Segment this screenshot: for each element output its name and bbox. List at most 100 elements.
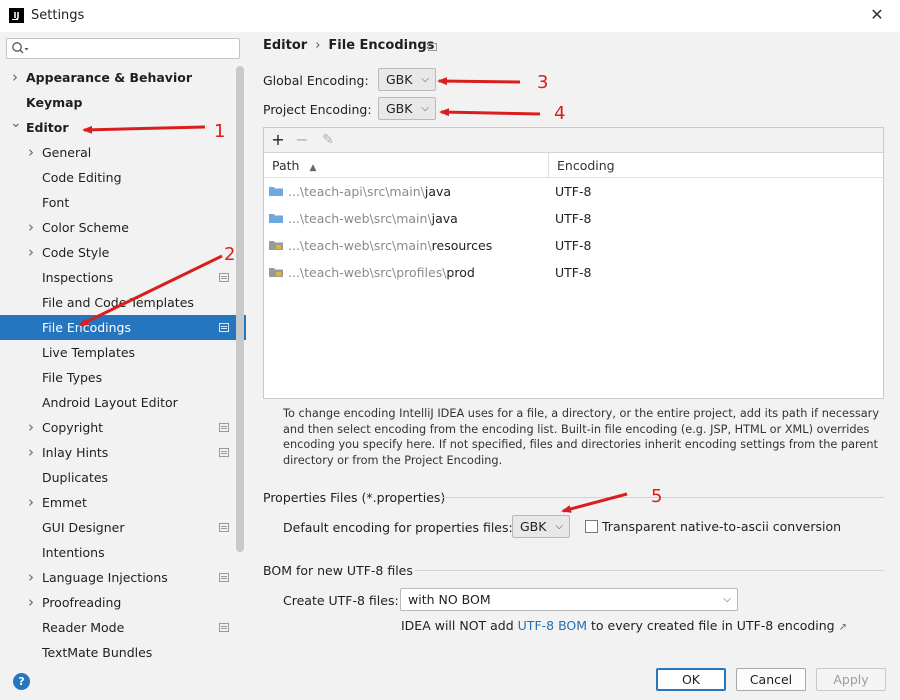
settings-sidebar: › Appearance & Behavior Keymap ⌄ Editor › Gene… xyxy=(0,32,246,660)
table-row[interactable]: ...\teach-web\src\main\java UTF-8 xyxy=(264,205,883,232)
column-header-encoding[interactable]: Encoding xyxy=(549,153,883,178)
project-encoding-label: Project Encoding: xyxy=(263,102,372,117)
sidebar-item[interactable]: GUI Designer xyxy=(0,515,236,540)
sidebar-item-label: General xyxy=(42,145,92,160)
project-scope-icon xyxy=(219,623,229,632)
resource-folder-icon xyxy=(269,241,283,250)
search-input[interactable] xyxy=(31,40,236,57)
global-encoding-value: GBK xyxy=(386,72,413,87)
search-box[interactable] xyxy=(6,38,240,59)
sidebar-item[interactable]: ⌄ Editor xyxy=(0,115,236,140)
sidebar-item[interactable]: › Appearance & Behavior xyxy=(0,65,236,90)
path-leaf: java xyxy=(424,184,452,199)
sidebar-item[interactable]: › Code Style xyxy=(0,240,236,265)
path-prefix: ...\teach-api\src\main\ xyxy=(288,184,425,199)
external-link-icon: ↗ xyxy=(838,622,847,633)
path-leaf: prod xyxy=(446,265,475,280)
sidebar-item-label: Intentions xyxy=(42,545,105,560)
chevron-right-icon[interactable]: › xyxy=(10,65,20,90)
sidebar-item[interactable]: Reader Mode xyxy=(0,615,236,640)
sidebar-item-label: Inspections xyxy=(42,270,114,285)
sidebar-item-label: Keymap xyxy=(26,95,83,110)
chevron-right-icon[interactable]: › xyxy=(26,590,36,615)
sidebar-item[interactable]: Live Templates xyxy=(0,340,236,365)
chevron-right-icon[interactable]: › xyxy=(26,565,36,590)
chevron-right-icon[interactable]: › xyxy=(26,215,36,240)
sidebar-item-label: TextMate Bundles xyxy=(42,645,153,660)
global-encoding-select[interactable]: GBK ⌵ xyxy=(378,68,436,91)
encoding-cell[interactable]: UTF-8 xyxy=(555,259,591,286)
sidebar-item[interactable]: › Emmet xyxy=(0,490,236,515)
sidebar-item[interactable]: TextMate Bundles xyxy=(0,640,236,660)
sidebar-item[interactable]: Inspections xyxy=(0,265,236,290)
utf8-bom-link[interactable]: UTF-8 BOM xyxy=(518,618,587,633)
chevron-down-icon: ⌵ xyxy=(421,103,429,114)
encoding-cell[interactable]: UTF-8 xyxy=(555,232,591,259)
table-toolbar: + − ✎ xyxy=(264,128,883,153)
breadcrumb-parent[interactable]: Editor xyxy=(263,38,307,53)
create-utf8-select[interactable]: with NO BOM ⌵ xyxy=(400,588,738,611)
chevron-right-icon[interactable]: › xyxy=(26,490,36,515)
transparent-conversion-label[interactable]: Transparent native-to-ascii conversion xyxy=(602,519,841,534)
sidebar-item[interactable]: Code Editing xyxy=(0,165,236,190)
encoding-cell[interactable]: UTF-8 xyxy=(555,205,591,232)
table-row[interactable]: ...\teach-web\src\profiles\prod UTF-8 xyxy=(264,259,883,286)
cancel-button[interactable]: Cancel xyxy=(736,668,806,691)
chevron-right-icon[interactable]: › xyxy=(26,440,36,465)
apply-button[interactable]: Apply xyxy=(816,668,886,691)
sidebar-scrollbar[interactable] xyxy=(236,66,244,552)
table-row[interactable]: ...\teach-api\src\main\java UTF-8 xyxy=(264,178,883,205)
project-encoding-value: GBK xyxy=(386,101,413,116)
help-text: To change encoding IntelliJ IDEA uses fo… xyxy=(283,407,879,467)
project-scope-icon xyxy=(219,523,229,532)
chevron-down-icon[interactable]: ⌄ xyxy=(10,111,22,136)
main-panel: Editor › File Encodings Global Encoding: G… xyxy=(247,32,900,660)
sidebar-item[interactable]: Keymap xyxy=(0,90,236,115)
sidebar-item[interactable]: › Copyright xyxy=(0,415,236,440)
project-encoding-select[interactable]: GBK ⌵ xyxy=(378,97,436,120)
sidebar-item[interactable]: › General xyxy=(0,140,236,165)
sidebar-item-label: Proofreading xyxy=(42,595,122,610)
transparent-conversion-checkbox[interactable] xyxy=(585,520,598,533)
sidebar-item[interactable]: › Language Injections xyxy=(0,565,236,590)
path-cell: ...\teach-web\src\main\resources xyxy=(288,232,492,259)
ok-button[interactable]: OK xyxy=(656,668,726,691)
close-icon[interactable]: ✕ xyxy=(866,3,888,27)
column-header-path[interactable]: Path ▲ xyxy=(264,153,548,178)
sidebar-item[interactable]: File Encodings xyxy=(0,315,246,340)
encoding-cell[interactable]: UTF-8 xyxy=(555,178,591,205)
sidebar-item[interactable]: Intentions xyxy=(0,540,236,565)
sidebar-item[interactable]: Duplicates xyxy=(0,465,236,490)
source-folder-icon xyxy=(269,214,283,223)
table-row[interactable]: ...\teach-web\src\main\resources UTF-8 xyxy=(264,232,883,259)
project-scope-icon xyxy=(219,573,229,582)
remove-icon[interactable]: − xyxy=(293,131,311,149)
properties-encoding-select[interactable]: GBK ⌵ xyxy=(512,515,570,538)
sidebar-item[interactable]: Font xyxy=(0,190,236,215)
sidebar-item-label: File and Code Templates xyxy=(42,295,194,310)
project-scope-icon xyxy=(219,273,229,282)
chevron-right-icon[interactable]: › xyxy=(26,415,36,440)
bom-note-prefix: IDEA will NOT add xyxy=(401,618,518,633)
sort-ascending-icon: ▲ xyxy=(309,163,317,173)
sidebar-item[interactable]: › Inlay Hints xyxy=(0,440,236,465)
chevron-down-icon: ⌵ xyxy=(723,594,731,605)
sidebar-item[interactable]: › Proofreading xyxy=(0,590,236,615)
title-bar: IJ Settings ✕ xyxy=(0,0,900,32)
project-scope-icon xyxy=(219,448,229,457)
sidebar-item[interactable]: File Types xyxy=(0,365,236,390)
properties-default-label: Default encoding for properties files: xyxy=(283,520,513,535)
sidebar-item-label: Color Scheme xyxy=(42,220,129,235)
chevron-right-icon[interactable]: › xyxy=(26,240,36,265)
edit-icon[interactable]: ✎ xyxy=(319,131,337,149)
chevron-right-icon[interactable]: › xyxy=(26,140,36,165)
path-prefix: ...\teach-web\src\main\ xyxy=(288,238,432,253)
resource-folder-icon xyxy=(269,268,283,277)
add-icon[interactable]: + xyxy=(269,131,287,149)
help-icon[interactable]: ? xyxy=(13,673,30,690)
sidebar-item[interactable]: File and Code Templates xyxy=(0,290,236,315)
sidebar-item[interactable]: Android Layout Editor xyxy=(0,390,236,415)
sidebar-item-label: Font xyxy=(42,195,70,210)
sidebar-item[interactable]: › Color Scheme xyxy=(0,215,236,240)
project-scope-icon xyxy=(428,43,437,51)
